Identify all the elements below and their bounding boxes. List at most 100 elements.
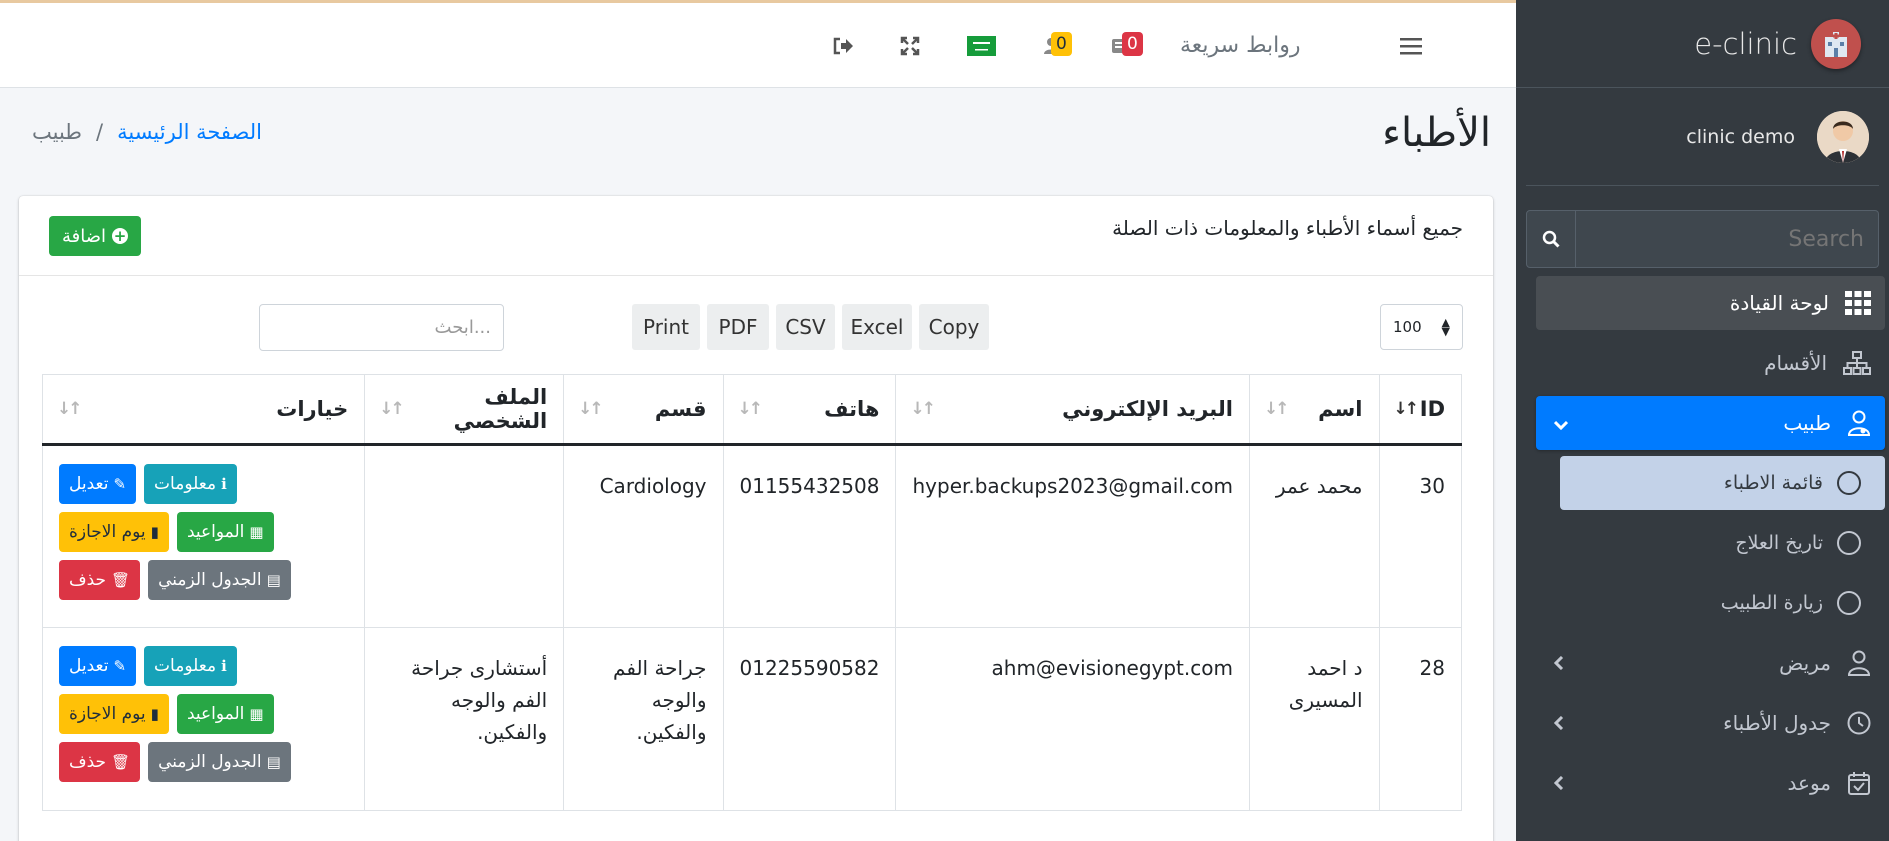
- saudi-flag-icon[interactable]: [967, 3, 996, 88]
- cell-dept: Cardiology: [563, 444, 724, 628]
- sidebar-item-patient[interactable]: مريض: [1536, 636, 1885, 690]
- pdf-button[interactable]: PDF: [707, 304, 769, 350]
- sidebar-item-doctors-schedule[interactable]: جدول الأطباء: [1536, 696, 1885, 750]
- cell-dept: جراحة الفم والوجه والفكين.: [563, 627, 724, 811]
- sidebar-item-appointment[interactable]: موعد: [1536, 756, 1885, 810]
- sort-icon: ↑↓: [578, 399, 603, 419]
- col-dept[interactable]: قسم ↑↓: [563, 374, 724, 446]
- sidebar-subitem-label: تاريخ العلاج: [1735, 532, 1823, 554]
- holiday-button[interactable]: ▮ يوم الاجازة: [59, 694, 169, 734]
- breadcrumb-current: طبيب: [32, 120, 83, 144]
- delete-button[interactable]: 🗑 حذف: [59, 560, 141, 600]
- col-phone[interactable]: هاتف ↑↓: [722, 374, 897, 446]
- info-button[interactable]: ℹ معلومات: [144, 464, 237, 504]
- info-label: معلومات: [154, 656, 217, 676]
- copy-button[interactable]: Copy: [919, 304, 989, 350]
- schedule-icon: ▤: [266, 753, 281, 771]
- user-icon: [1847, 650, 1871, 676]
- edit-icon: ✎: [113, 657, 127, 675]
- add-label: اضافة: [61, 225, 107, 247]
- sidebar-item-label: مريض: [1779, 651, 1831, 675]
- card-header: جميع أسماء الأطباء والمعلومات ذات الصلة …: [19, 196, 1493, 276]
- table-row: 28 د احمد المسيرى ahm@evisionegypt.com 0…: [41, 627, 1462, 811]
- cell-phone: 01155432508: [722, 444, 897, 628]
- edit-button[interactable]: ✎ تعديل: [59, 646, 137, 686]
- book-icon: ▮: [150, 523, 159, 541]
- fullscreen-icon[interactable]: [899, 3, 921, 88]
- excel-button[interactable]: Excel: [842, 304, 912, 350]
- calendar-icon: ▦: [249, 705, 264, 723]
- info-button[interactable]: ℹ معلومات: [144, 646, 237, 686]
- brand-name: e-clinic: [1694, 26, 1797, 61]
- col-email[interactable]: البريد الإلكتروني ↑↓: [895, 374, 1250, 446]
- delete-label: حذف: [69, 752, 107, 772]
- delete-button[interactable]: 🗑 حذف: [59, 742, 141, 782]
- sidebar-item-departments[interactable]: الأقسام: [1536, 336, 1885, 390]
- cell-profile: أستشارى جراحة الفم والوجه والفكين.: [364, 627, 565, 811]
- appointments-label: المواعيد: [186, 704, 245, 724]
- col-options[interactable]: خيارات ↑↓: [41, 374, 366, 446]
- cell-email: hyper.backups2023@gmail.com: [895, 444, 1250, 628]
- appointments-button[interactable]: ▦ المواعيد: [176, 694, 274, 734]
- sidebar-subitem-doctor-visit[interactable]: زيارة الطبيب: [1560, 576, 1885, 630]
- user-panel[interactable]: clinic demo: [1526, 88, 1879, 186]
- sidebar-search-input[interactable]: [1576, 210, 1879, 268]
- sidebar-nav: لوحة القيادة الأقسام طبيب قائمة الاطباء …: [1516, 276, 1889, 810]
- quick-links[interactable]: روابط سريعة: [1180, 3, 1300, 88]
- sort-icon: ↑↓: [910, 399, 935, 419]
- logout-icon[interactable]: [832, 3, 854, 88]
- csv-button[interactable]: CSV: [776, 304, 835, 350]
- clinic-logo-icon: [1811, 18, 1861, 69]
- sidebar-item-dashboard[interactable]: لوحة القيادة: [1536, 276, 1885, 330]
- table-header-row: ID ↑↓ اسم ↑↓ البريد الإلكتروني ↑↓ هاتف ↑↓ قس…: [41, 374, 1462, 446]
- col-profile[interactable]: الملف الشخصي ↑↓: [364, 374, 565, 446]
- sort-icon: ↑↓: [737, 399, 763, 419]
- sidebar-item-label: لوحة القيادة: [1729, 291, 1829, 315]
- calendar-icon: ▦: [249, 523, 264, 541]
- sort-icon: ↑↓: [1263, 399, 1289, 419]
- schedule-button[interactable]: ▤ الجدول الزمني: [148, 742, 291, 782]
- schedule-button[interactable]: ▤ الجدول الزمني: [148, 560, 291, 600]
- sort-icon: ↑↓: [57, 399, 82, 419]
- doctors-table: ID ↑↓ اسم ↑↓ البريد الإلكتروني ↑↓ هاتف ↑↓ قس…: [41, 374, 1462, 811]
- holiday-label: يوم الاجازة: [69, 704, 146, 724]
- circle-icon: [1837, 591, 1861, 615]
- search-icon: [1542, 230, 1560, 248]
- sidebar-item-label: الأقسام: [1764, 351, 1827, 375]
- breadcrumb-home[interactable]: الصفحة الرئيسية: [117, 120, 262, 144]
- user-notification-badge: 0: [1051, 32, 1072, 56]
- menu-toggle-icon[interactable]: [1399, 3, 1423, 88]
- add-doctor-button[interactable]: اضافة +: [49, 216, 141, 256]
- breadcrumb-separator: /: [96, 120, 104, 144]
- sidebar-subitem-doctors-list[interactable]: قائمة الاطباء: [1560, 456, 1885, 510]
- brand[interactable]: e-clinic: [1516, 0, 1889, 88]
- sidebar-subitem-treatment-history[interactable]: تاريخ العلاج: [1560, 516, 1885, 570]
- page-length-value: 100: [1393, 318, 1422, 336]
- sidebar-subitem-label: زيارة الطبيب: [1720, 592, 1823, 614]
- cell-id: 28: [1378, 627, 1462, 811]
- holiday-button[interactable]: ▮ يوم الاجازة: [59, 512, 169, 552]
- sidebar-item-doctor[interactable]: طبيب: [1536, 396, 1885, 450]
- schedule-label: الجدول الزمني: [158, 570, 262, 590]
- book-icon: ▮: [150, 705, 159, 723]
- breadcrumb: الصفحة الرئيسية / طبيب: [32, 120, 262, 144]
- schedule-icon: ▤: [266, 571, 281, 589]
- edit-icon: ✎: [113, 475, 127, 493]
- schedule-label: الجدول الزمني: [158, 752, 262, 772]
- col-id-label: ID: [1419, 397, 1445, 421]
- appointments-button[interactable]: ▦ المواعيد: [176, 512, 274, 552]
- export-buttons: Print PDF CSV Excel Copy: [632, 304, 989, 350]
- chevron-left-icon: [1553, 711, 1564, 735]
- edit-label: تعديل: [69, 474, 109, 494]
- clock-icon: [1847, 711, 1871, 735]
- page-length-select[interactable]: 100 ▲ ▼: [1380, 304, 1463, 350]
- search-button[interactable]: [1526, 210, 1576, 268]
- table-search-input[interactable]: ابحث...: [259, 304, 504, 351]
- print-button[interactable]: Print: [632, 304, 700, 350]
- cell-id: 30: [1378, 444, 1462, 628]
- sort-icon: ↑↓: [1393, 399, 1419, 419]
- edit-button[interactable]: ✎ تعديل: [59, 464, 137, 504]
- col-name[interactable]: اسم ↑↓: [1248, 374, 1380, 446]
- sidebar-item-label: طبيب: [1783, 411, 1831, 435]
- col-id[interactable]: ID ↑↓: [1378, 374, 1462, 446]
